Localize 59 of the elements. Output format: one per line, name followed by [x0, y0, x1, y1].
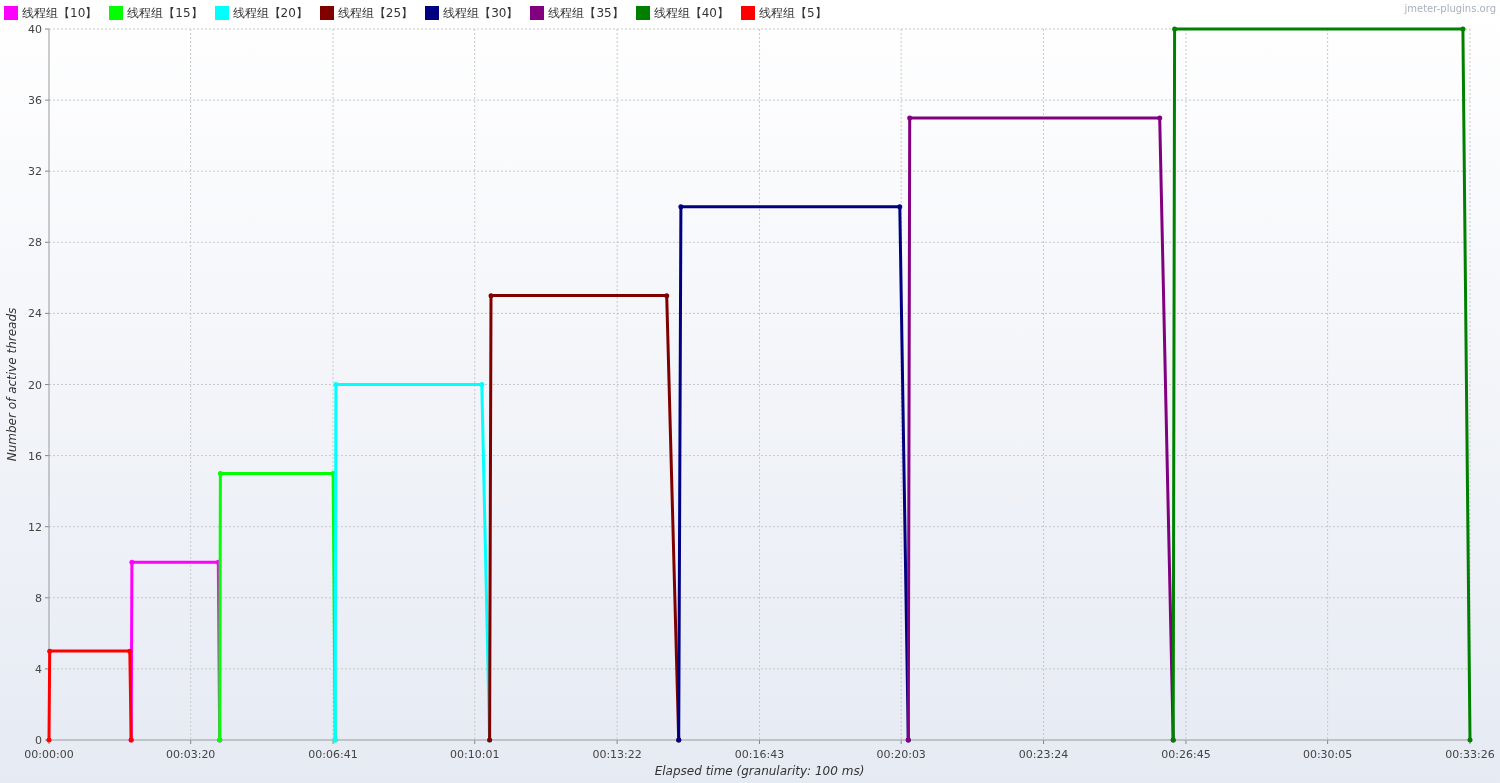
data-point	[897, 204, 903, 210]
data-point	[47, 648, 53, 654]
x-tick-label: 00:10:01	[450, 748, 500, 761]
legend-swatch	[109, 5, 124, 20]
y-axis-title: Number of active threads	[5, 307, 19, 462]
data-point	[1467, 737, 1473, 743]
data-point	[1460, 26, 1466, 32]
x-tick-label: 00:00:00	[24, 748, 74, 761]
legend-swatch	[214, 5, 229, 20]
data-point	[46, 737, 52, 743]
legend-label: 线程组【35】	[548, 4, 624, 22]
legend-swatch	[4, 5, 18, 20]
legend-label: 线程组【25】	[337, 4, 414, 22]
data-point	[479, 382, 485, 387]
x-tick-label: 00:23:24	[1018, 748, 1069, 761]
legend-swatch	[530, 5, 545, 20]
legend-swatch	[425, 5, 440, 20]
branding-text: jmeter-plugins.org	[1404, 2, 1496, 16]
data-point	[907, 115, 913, 121]
x-tick-label: 00:33:26	[1445, 748, 1495, 761]
data-point	[129, 559, 135, 565]
x-tick-label: 00:13:22	[592, 748, 642, 761]
x-tick-label: 00:30:05	[1302, 748, 1353, 761]
data-point	[217, 470, 223, 476]
x-axis-title: Elapsed time (granularity: 100 ms)	[654, 764, 865, 778]
data-point	[664, 293, 670, 299]
data-point	[127, 648, 133, 654]
y-tick-label: 36	[28, 94, 42, 108]
y-tick-label: 12	[28, 520, 42, 534]
y-tick-label: 40	[28, 25, 42, 36]
y-tick-label: 20	[28, 378, 42, 392]
legend-label: 线程组【30】	[443, 4, 519, 22]
data-point	[333, 382, 339, 387]
data-point	[330, 470, 336, 476]
y-tick-label: 32	[28, 165, 42, 179]
data-point	[215, 559, 221, 565]
legend-swatch	[319, 5, 334, 20]
y-tick-label: 24	[28, 307, 42, 321]
legend-label: 线程组【20】	[232, 4, 308, 22]
data-point	[1172, 26, 1178, 32]
legend-label: 线程组【5】	[758, 4, 827, 22]
y-tick-label: 4	[35, 662, 42, 676]
x-tick-label: 00:06:41	[308, 748, 358, 761]
y-tick-label: 16	[28, 449, 42, 463]
legend-swatch	[635, 5, 650, 20]
legend-label: 线程组【15】	[127, 4, 203, 22]
data-point	[488, 293, 494, 299]
x-tick-label: 00:26:45	[1161, 748, 1211, 761]
y-tick-label: 8	[35, 591, 42, 605]
x-tick-label: 00:03:20	[165, 748, 216, 761]
y-tick-label: 0	[35, 734, 42, 747]
legend-label: 线程组【40】	[653, 4, 729, 22]
y-tick-label: 28	[28, 236, 42, 250]
x-tick-label: 00:16:43	[734, 748, 785, 761]
legend-swatch	[740, 5, 755, 20]
legend-label: 线程组【10】	[22, 4, 98, 22]
data-point	[1157, 115, 1163, 121]
x-tick-label: 00:20:03	[876, 748, 926, 761]
data-point	[678, 204, 684, 210]
